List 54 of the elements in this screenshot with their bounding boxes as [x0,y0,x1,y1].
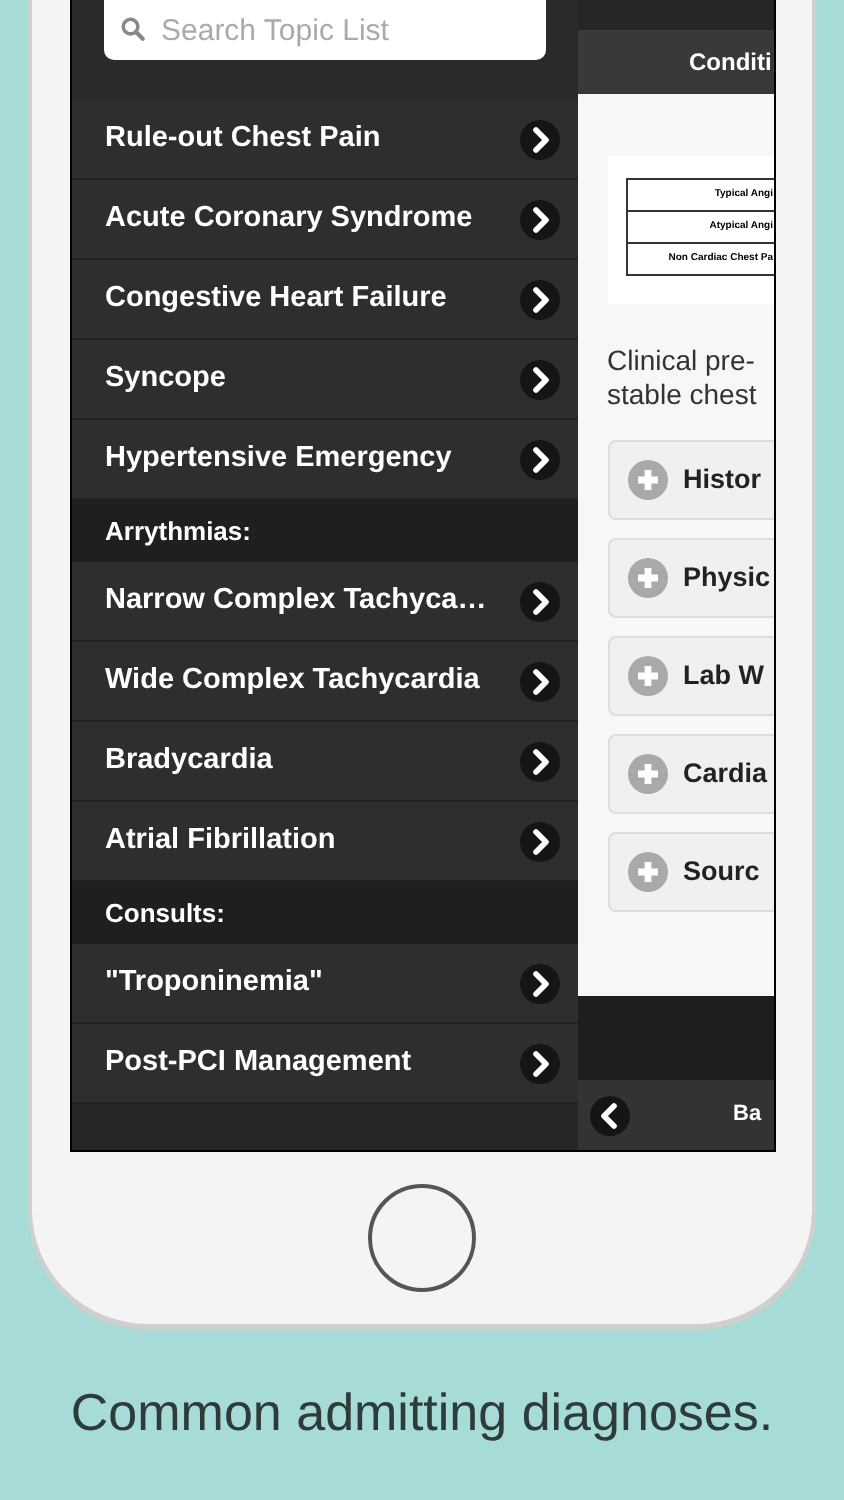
search-icon [119,16,145,42]
topic-list-item[interactable]: Rule-out Chest Pain [71,100,577,180]
home-button[interactable] [368,1184,476,1292]
topic-list-item[interactable]: Congestive Heart Failure [71,260,577,340]
topic-label: Hypertensive Emergency [105,439,452,478]
plus-icon [627,558,667,598]
chevron-icon [519,279,559,319]
topic-list-item[interactable]: Post-PCI Management [71,1024,577,1104]
topic-list-item[interactable]: Hypertensive Emergency [71,420,577,500]
topic-list-item[interactable]: "Troponinemia" [71,944,577,1024]
topic-label: Narrow Complex Tachyca… [105,581,487,620]
plus-icon [627,852,667,892]
topic-list-item[interactable]: Bradycardia [71,722,577,802]
plus-icon [627,656,667,696]
search-field[interactable]: Search Topic List [103,0,545,60]
topic-label: Acute Coronary Syndrome [105,199,473,238]
topic-label: Bradycardia [105,741,273,780]
topic-label: "Troponinemia" [105,963,323,1002]
topic-list-item[interactable]: Narrow Complex Tachyca… [71,562,577,642]
accordion-section[interactable]: Cardia [607,734,773,814]
chevron-icon [519,119,559,159]
accordion-section[interactable]: Sourc [607,832,773,912]
topic-list-item[interactable]: Wide Complex Tachycardia [71,642,577,722]
topic-label: Wide Complex Tachycardia [105,661,480,700]
topic-list-item[interactable]: Acute Coronary Syndrome [71,180,577,260]
chevron-icon [519,821,559,861]
topic-list-item[interactable]: Syncope [71,340,577,420]
topic-label: Congestive Heart Failure [105,279,447,318]
chevron-icon [519,1043,559,1083]
plus-icon [627,754,667,794]
plus-icon [627,460,667,500]
topic-list-item[interactable]: Atrial Fibrillation [71,802,577,882]
back-chevron-icon [589,1095,629,1135]
chevron-icon [519,359,559,399]
body-text: stable chest [607,378,759,412]
section-header-label: Consults: [105,895,225,932]
chevron-icon [519,199,559,239]
accordion-section[interactable]: Histor [607,440,773,520]
topic-label: Rule-out Chest Pain [105,119,381,158]
topic-label: Syncope [105,359,226,398]
back-label[interactable]: Ba [733,1098,762,1132]
topic-label: Post-PCI Management [105,1043,412,1082]
accordion-section[interactable]: Lab W [607,636,773,716]
chevron-icon [519,963,559,1003]
chevron-icon [519,581,559,621]
chevron-icon [519,439,559,479]
section-header-label: Arrythmias: [105,513,251,550]
accordion-section[interactable]: Physic [607,538,773,618]
caption: Common admitting diagnoses. [68,1380,776,1446]
chevron-icon [519,661,559,701]
topic-label: Atrial Fibrillation [105,821,336,860]
chevron-icon [519,741,559,781]
page-title: Conditi [689,46,772,80]
body-text: Clinical pre- [607,344,757,378]
